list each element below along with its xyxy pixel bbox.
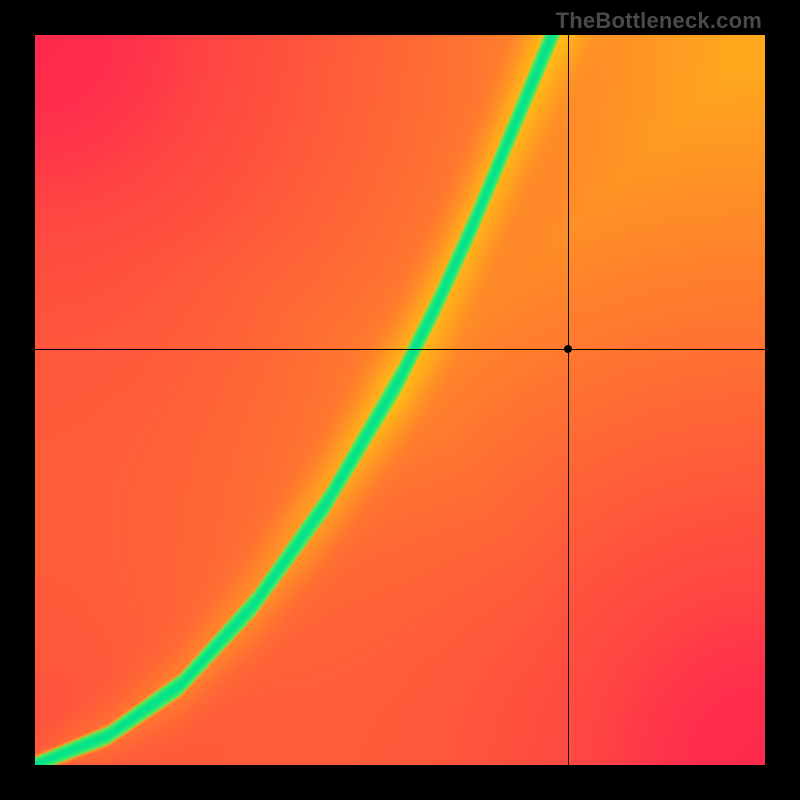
chart-frame: TheBottleneck.com [0, 0, 800, 800]
crosshair-horizontal [35, 349, 765, 350]
crosshair-vertical [568, 35, 569, 765]
watermark-text: TheBottleneck.com [556, 8, 762, 34]
bottleneck-heatmap [35, 35, 765, 765]
marker-dot [564, 345, 572, 353]
